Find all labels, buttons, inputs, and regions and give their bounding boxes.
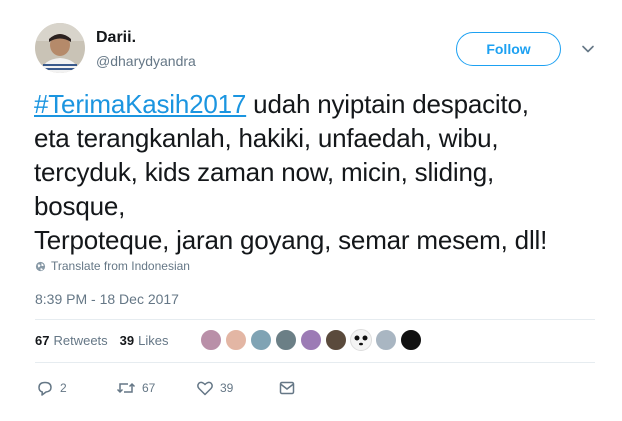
- retweets-label: Retweets: [53, 333, 108, 348]
- tweet-line-1: #TerimaKasih2017 udah nyiptain despacito…: [34, 87, 614, 121]
- reply-icon: [38, 381, 52, 396]
- likes-label: Likes: [138, 333, 169, 348]
- user-handle[interactable]: @dharydyandra: [96, 53, 196, 69]
- tweet-actions: 2 67 39: [36, 378, 296, 398]
- retweet-button[interactable]: 67: [116, 378, 196, 398]
- caret-down-icon[interactable]: [578, 39, 598, 59]
- liker-avatar[interactable]: [350, 329, 372, 351]
- like-button[interactable]: 39: [196, 378, 278, 398]
- liker-avatar[interactable]: [325, 329, 347, 351]
- tweet-timestamp[interactable]: 8:39 PM - 18 Dec 2017: [35, 291, 179, 307]
- likes-stat[interactable]: 39 Likes: [120, 333, 169, 348]
- retweet-count: 67: [142, 381, 156, 395]
- retweets-stat[interactable]: 67 Retweets: [35, 333, 108, 348]
- tweet-text: #TerimaKasih2017 udah nyiptain despacito…: [34, 87, 614, 257]
- translate-link[interactable]: Translate from Indonesian: [35, 259, 190, 273]
- retweet-icon: [116, 382, 136, 394]
- tweet-line-2: eta terangkanlah, hakiki, unfaedah, wibu…: [34, 123, 499, 153]
- like-count: 39: [220, 381, 234, 395]
- liker-avatar[interactable]: [375, 329, 397, 351]
- user-avatar[interactable]: [35, 23, 85, 73]
- tweet-line-4: bosque,: [34, 191, 126, 221]
- tweet-line-3: tercyduk, kids zaman now, micin, sliding…: [34, 157, 494, 187]
- likers-avatars: [200, 329, 422, 351]
- tweet-stats: 67 Retweets 39 Likes: [35, 333, 169, 348]
- liker-avatar[interactable]: [200, 329, 222, 351]
- liker-avatar[interactable]: [275, 329, 297, 351]
- divider: [35, 362, 595, 363]
- hashtag-link[interactable]: #TerimaKasih2017: [34, 89, 246, 119]
- liker-avatar[interactable]: [250, 329, 272, 351]
- divider: [35, 319, 595, 320]
- tweet-line-5: Terpoteque, jaran goyang, semar mesem, d…: [34, 225, 548, 255]
- liker-avatar[interactable]: [300, 329, 322, 351]
- heart-icon: [197, 381, 213, 396]
- direct-message-button[interactable]: [278, 378, 296, 398]
- globe-icon: [35, 261, 46, 271]
- tweet-line-1-text: udah nyiptain despacito,: [246, 89, 529, 119]
- liker-avatar[interactable]: [225, 329, 247, 351]
- message-icon: [279, 381, 295, 395]
- follow-button[interactable]: Follow: [456, 32, 561, 66]
- retweets-count: 67: [35, 333, 50, 348]
- translate-label: Translate from Indonesian: [51, 259, 190, 273]
- liker-avatar[interactable]: [400, 329, 422, 351]
- reply-count: 2: [60, 381, 67, 395]
- user-name[interactable]: Darii.: [96, 29, 136, 47]
- likes-count: 39: [119, 333, 135, 348]
- reply-button[interactable]: 2: [36, 378, 116, 398]
